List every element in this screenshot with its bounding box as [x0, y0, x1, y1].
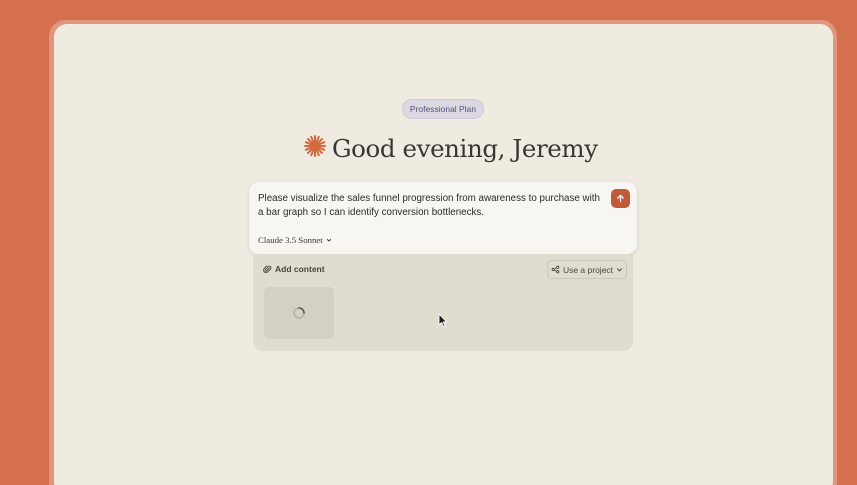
- send-button[interactable]: [611, 189, 630, 208]
- add-content-label: Add content: [275, 264, 325, 274]
- model-label: Claude 3.5 Sonnet: [258, 235, 323, 245]
- arrow-up-icon: [617, 194, 624, 203]
- greeting-text: Good evening, Jeremy: [332, 133, 598, 163]
- greeting: Good evening, Jeremy: [304, 131, 598, 165]
- chevron-down-icon: [617, 268, 623, 272]
- chevron-down-icon: [326, 238, 331, 242]
- upload-tile: [264, 287, 334, 339]
- model-selector[interactable]: Claude 3.5 Sonnet: [258, 235, 332, 245]
- mouse-pointer-icon: [438, 313, 448, 328]
- attachments-tray: Add content Use a project: [253, 254, 633, 351]
- use-project-label: Use a project: [562, 264, 614, 275]
- add-content-button[interactable]: Add content: [263, 264, 325, 274]
- plan-badge: Professional Plan: [402, 99, 484, 119]
- loading-spinner-icon: [293, 307, 305, 319]
- prompt-input[interactable]: Please visualize the sales funnel progre…: [258, 192, 603, 220]
- paperclip-icon: [263, 264, 272, 273]
- message-composer[interactable]: Please visualize the sales funnel progre…: [249, 182, 637, 254]
- project-icon: [551, 265, 560, 274]
- claude-logo-icon: [304, 135, 326, 161]
- use-project-button[interactable]: Use a project: [547, 260, 627, 279]
